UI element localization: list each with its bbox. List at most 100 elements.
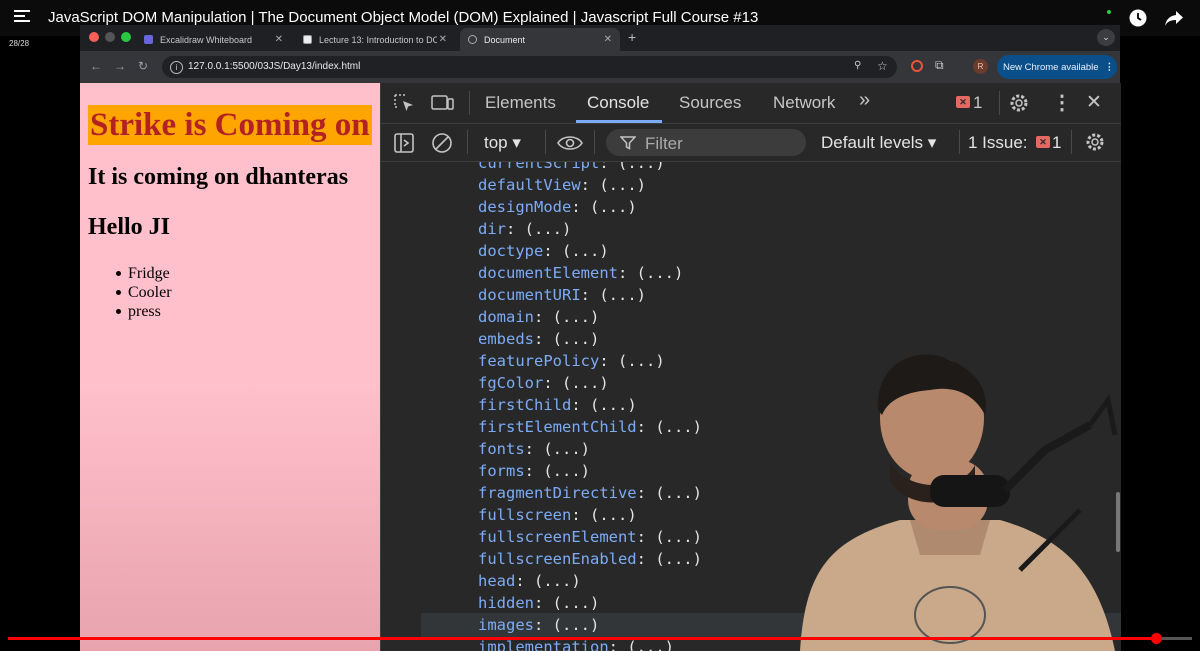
watch-later-icon[interactable] xyxy=(1129,9,1147,27)
property-value[interactable]: (...) xyxy=(655,528,702,546)
more-options-icon[interactable]: ⋮ xyxy=(1052,90,1072,115)
console-property-row[interactable]: doctype: (...) xyxy=(478,240,609,262)
close-tab-icon[interactable]: ✕ xyxy=(604,34,612,45)
property-value[interactable]: (...) xyxy=(590,506,637,524)
property-value[interactable]: (...) xyxy=(590,198,637,216)
tab-excalidraw[interactable]: Excalidraw Whiteboard ✕ xyxy=(136,28,291,51)
filter-input[interactable]: Filter xyxy=(606,129,806,156)
property-value[interactable]: (...) xyxy=(525,220,572,238)
console-property-row[interactable]: firstChild: (...) xyxy=(478,394,637,416)
extensions-puzzle-icon[interactable]: ⧉ xyxy=(935,58,944,73)
log-levels-dropdown[interactable]: Default levels ▾ xyxy=(821,133,936,153)
console-property-row[interactable]: fullscreenEnabled: (...) xyxy=(478,548,702,570)
profile-avatar[interactable]: R xyxy=(973,59,988,74)
console-property-row[interactable]: dir: (...) xyxy=(478,218,571,240)
console-property-row[interactable]: defaultView: (...) xyxy=(478,174,646,196)
address-bar[interactable]: i 127.0.0.1:5500/03JS/Day13/index.html ⚲… xyxy=(162,56,897,78)
console-property-row[interactable]: head: (...) xyxy=(478,570,581,592)
property-value[interactable]: (...) xyxy=(590,396,637,414)
tab-search-button[interactable]: ⌄ xyxy=(1097,29,1115,46)
site-info-icon[interactable]: i xyxy=(170,61,183,74)
property-value[interactable]: (...) xyxy=(553,616,600,634)
property-value[interactable]: (...) xyxy=(543,462,590,480)
property-key: firstElementChild xyxy=(478,418,637,436)
console-property-row[interactable]: embeds: (...) xyxy=(478,328,599,350)
extension-icon[interactable] xyxy=(911,60,923,72)
console-property-row[interactable]: featurePolicy: (...) xyxy=(478,350,665,372)
settings-gear-icon[interactable] xyxy=(1008,92,1030,114)
console-property-row[interactable]: forms: (...) xyxy=(478,460,590,482)
update-chrome-button[interactable]: New Chrome available ⋮ xyxy=(997,55,1117,79)
close-tab-icon[interactable]: ✕ xyxy=(439,34,447,45)
sidebar-toggle-icon[interactable] xyxy=(393,132,415,154)
maximize-window-button[interactable] xyxy=(121,32,131,42)
console-property-row[interactable]: documentElement: (...) xyxy=(478,262,683,284)
error-icon[interactable]: ✕ xyxy=(956,96,970,108)
bookmark-star-icon[interactable]: ☆ xyxy=(877,59,888,73)
error-count[interactable]: 1 xyxy=(973,93,982,113)
scrubber-handle[interactable] xyxy=(1151,633,1163,644)
tab-lecture[interactable]: Lecture 13: Introduction to DO ✕ xyxy=(295,28,455,51)
console-property-row[interactable]: fullscreen: (...) xyxy=(478,504,637,526)
back-arrow-icon[interactable]: ← xyxy=(90,59,102,73)
property-colon: : xyxy=(580,176,600,194)
share-icon[interactable] xyxy=(1164,9,1184,27)
property-value[interactable]: (...) xyxy=(599,286,646,304)
property-value[interactable]: (...) xyxy=(599,176,646,194)
video-progress-bar[interactable] xyxy=(8,633,1192,644)
inspect-element-icon[interactable] xyxy=(393,93,415,113)
close-window-button[interactable] xyxy=(89,32,99,42)
property-colon: : xyxy=(506,220,525,238)
console-property-row[interactable]: designMode: (...) xyxy=(478,196,637,218)
property-value[interactable]: (...) xyxy=(637,264,684,282)
issues-link[interactable]: 1 Issue: xyxy=(968,133,1028,153)
console-property-row[interactable]: fragmentDirective: (...) xyxy=(478,482,702,504)
console-settings-gear-icon[interactable] xyxy=(1084,131,1106,153)
console-property-row[interactable]: documentURI: (...) xyxy=(478,284,646,306)
url-text[interactable]: 127.0.0.1:5500/03JS/Day13/index.html xyxy=(188,61,360,72)
tab-network[interactable]: Network xyxy=(773,93,835,113)
close-devtools-icon[interactable]: ✕ xyxy=(1086,91,1102,114)
tab-sources[interactable]: Sources xyxy=(679,93,741,113)
zoom-icon[interactable]: ⚲ xyxy=(854,60,861,71)
console-property-row[interactable]: images: (...) xyxy=(478,614,599,636)
tab-elements[interactable]: Elements xyxy=(485,93,556,113)
context-selector[interactable]: top ▾ xyxy=(484,133,521,153)
console-property-row[interactable]: hidden: (...) xyxy=(478,592,599,614)
property-value[interactable]: (...) xyxy=(618,352,665,370)
issues-count[interactable]: 1 xyxy=(1052,133,1061,153)
more-tabs-icon[interactable]: » xyxy=(859,89,870,112)
clear-console-icon[interactable] xyxy=(431,132,453,154)
close-tab-icon[interactable]: ✕ xyxy=(275,34,283,45)
console-property-row[interactable]: domain: (...) xyxy=(478,306,599,328)
property-value[interactable]: (...) xyxy=(655,484,702,502)
reload-icon[interactable]: ↻ xyxy=(138,59,148,73)
new-tab-button[interactable]: + xyxy=(628,29,636,45)
minimize-window-button[interactable] xyxy=(105,32,115,42)
update-label: New Chrome available xyxy=(1003,61,1099,73)
issue-error-icon[interactable]: ✕ xyxy=(1036,136,1050,148)
property-value[interactable]: (...) xyxy=(655,418,702,436)
console-property-row[interactable]: firstElementChild: (...) xyxy=(478,416,702,438)
console-property-row[interactable]: fgColor: (...) xyxy=(478,372,609,394)
property-value[interactable]: (...) xyxy=(534,572,581,590)
forward-arrow-icon[interactable]: → xyxy=(114,59,126,73)
property-colon: : xyxy=(534,330,553,348)
property-value[interactable]: (...) xyxy=(553,308,600,326)
property-value[interactable]: (...) xyxy=(562,374,609,392)
tab-console[interactable]: Console xyxy=(587,93,649,113)
property-value[interactable]: (...) xyxy=(618,162,665,172)
video-title[interactable]: JavaScript DOM Manipulation | The Docume… xyxy=(48,9,758,26)
tab-document[interactable]: Document ✕ xyxy=(460,28,620,51)
property-value[interactable]: (...) xyxy=(543,440,590,458)
property-value[interactable]: (...) xyxy=(562,242,609,260)
console-property-row[interactable]: currentScript: (...) xyxy=(478,162,665,174)
property-value[interactable]: (...) xyxy=(553,330,600,348)
property-value[interactable]: (...) xyxy=(655,550,702,568)
console-property-row[interactable]: fonts: (...) xyxy=(478,438,590,460)
playlist-menu-icon[interactable] xyxy=(14,10,30,24)
device-toolbar-icon[interactable] xyxy=(431,93,455,113)
live-expression-eye-icon[interactable] xyxy=(557,134,583,152)
property-value[interactable]: (...) xyxy=(553,594,600,612)
console-property-row[interactable]: fullscreenElement: (...) xyxy=(478,526,702,548)
